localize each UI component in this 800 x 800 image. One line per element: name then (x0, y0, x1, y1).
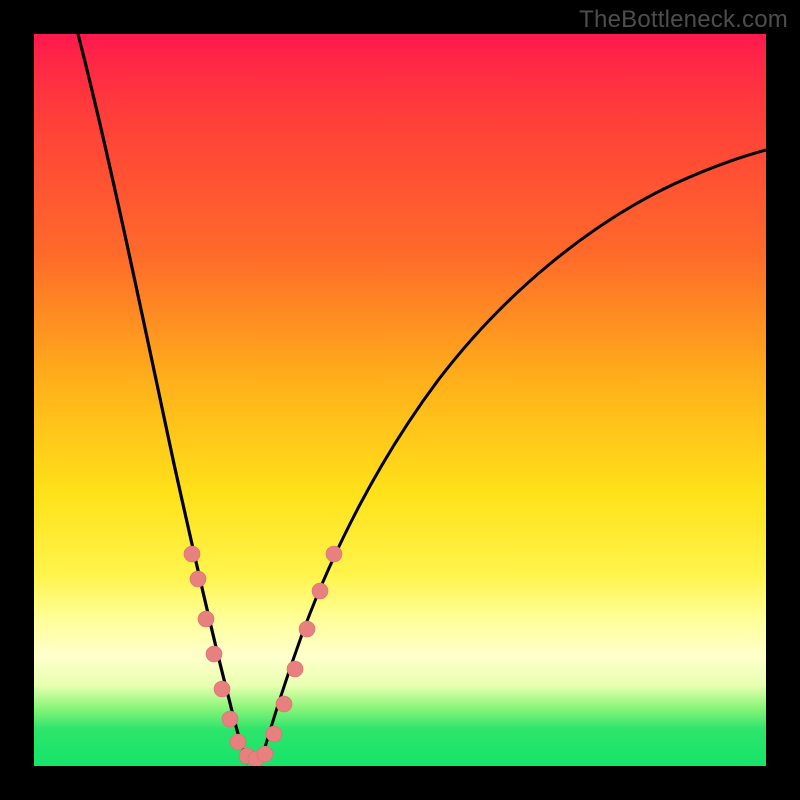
curve-layer (34, 34, 766, 766)
marker-dot (276, 696, 292, 712)
plot-area (34, 34, 766, 766)
marker-dot (198, 611, 214, 627)
marker-dot (190, 571, 206, 587)
marker-dot (299, 621, 315, 637)
watermark-text: TheBottleneck.com (579, 6, 788, 34)
marker-dot (287, 661, 303, 677)
marker-dot (230, 734, 246, 750)
marker-dot (326, 546, 342, 562)
chart-frame: TheBottleneck.com (0, 0, 800, 800)
marker-dot (214, 681, 230, 697)
marker-dot (206, 646, 222, 662)
marker-dot (257, 746, 273, 762)
marker-cluster (184, 546, 342, 766)
marker-dot (312, 583, 328, 599)
marker-dot (222, 711, 238, 727)
marker-dot (266, 726, 282, 742)
marker-dot (184, 546, 200, 562)
left-curve (78, 34, 248, 764)
right-curve (260, 150, 766, 764)
